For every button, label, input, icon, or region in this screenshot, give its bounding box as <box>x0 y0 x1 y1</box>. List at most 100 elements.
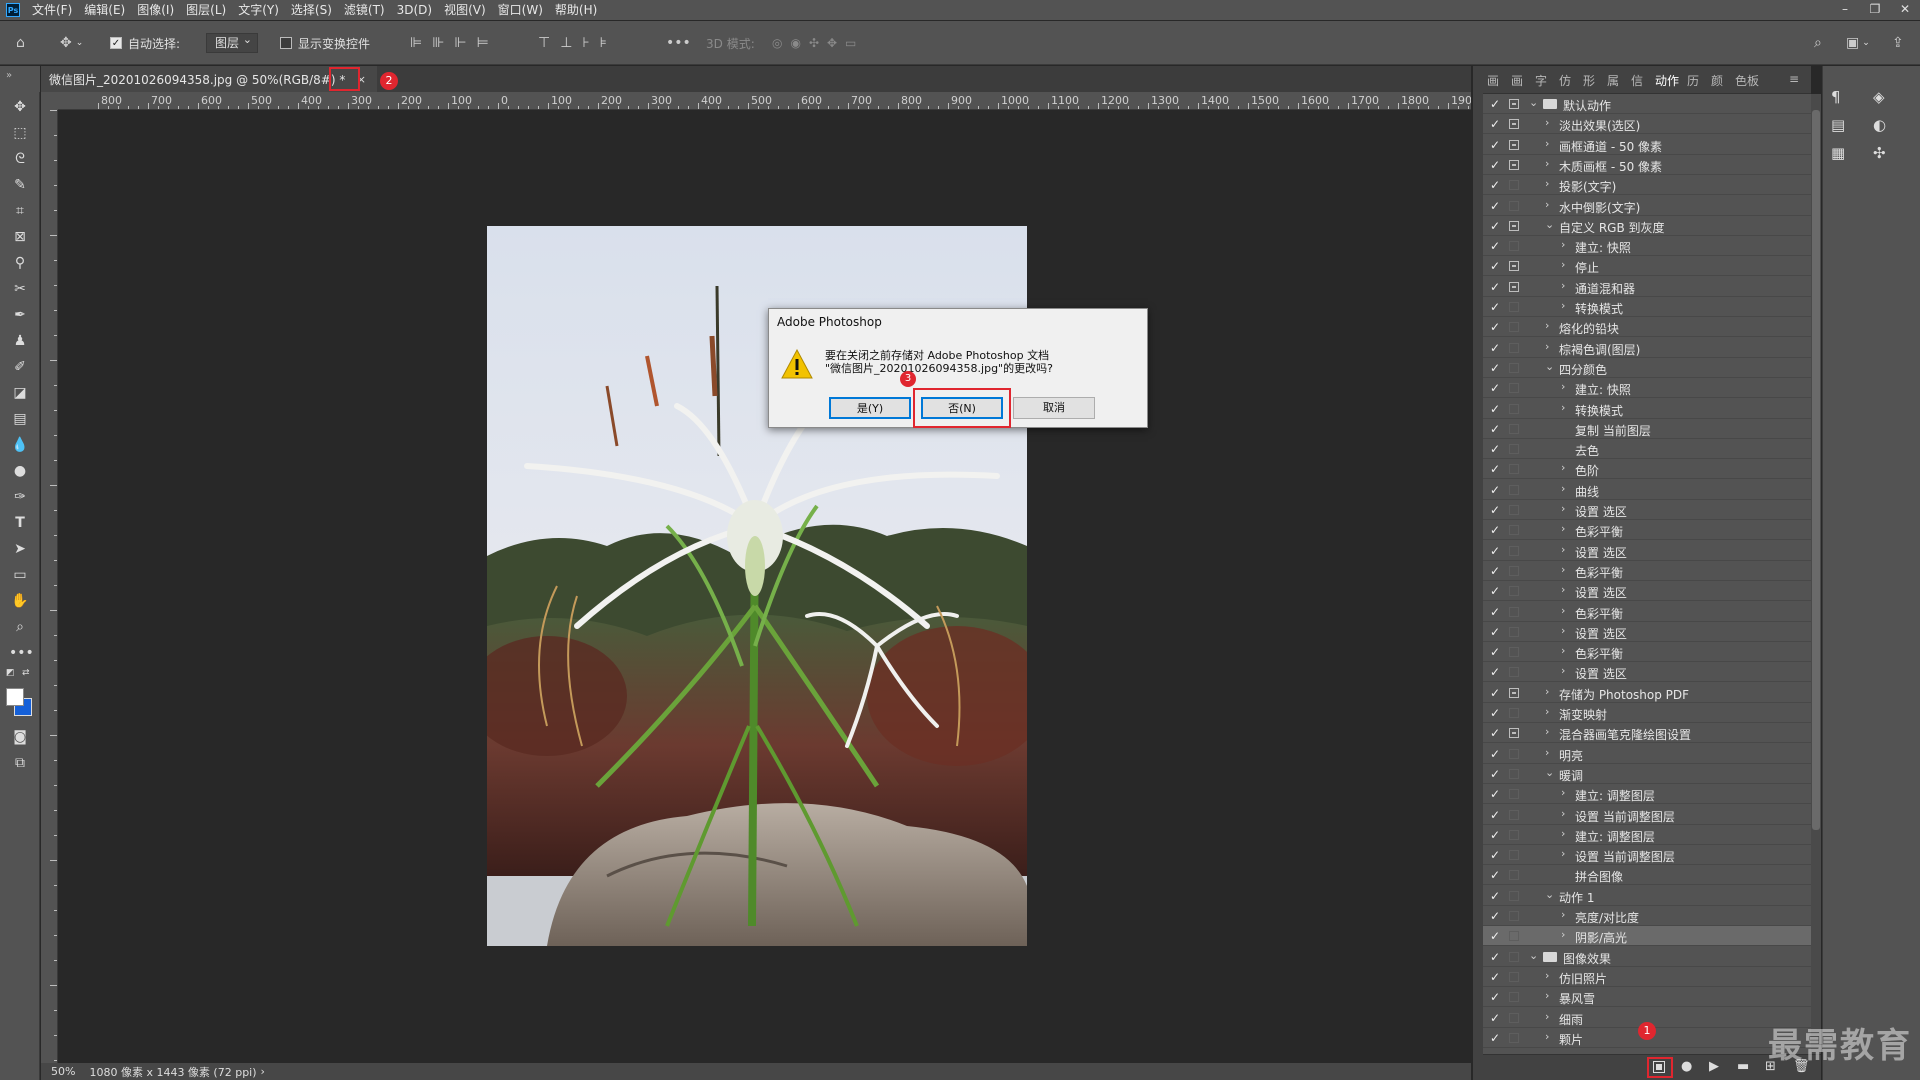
channels-panel-icon[interactable]: ◐ <box>1873 116 1886 134</box>
action-row[interactable]: ✓ › 设置 当前调整图层 <box>1483 805 1811 825</box>
action-row[interactable]: ✓ › 暴风雪 <box>1483 987 1811 1008</box>
dialog-toggle-icon[interactable] <box>1509 870 1519 881</box>
menu-item[interactable]: 编辑(E) <box>78 0 131 20</box>
collapsed-chevron-icon[interactable]: › <box>1561 279 1565 292</box>
panel-tab[interactable]: 属 <box>1607 72 1619 89</box>
frame-tool-icon[interactable]: ⊠ <box>9 226 31 248</box>
dialog-toggle-icon[interactable] <box>1509 809 1519 820</box>
action-row[interactable]: ✓ › 仿旧照片 <box>1483 967 1811 987</box>
collapsed-chevron-icon[interactable]: › <box>1545 969 1549 982</box>
toggle-check-icon[interactable]: ✓ <box>1490 158 1500 172</box>
healing-tool-icon[interactable]: ✂ <box>9 278 31 300</box>
dialog-toggle-icon[interactable] <box>1509 505 1519 515</box>
panel-tab[interactable]: 颜 <box>1711 72 1723 89</box>
dialog-toggle-icon[interactable] <box>1509 362 1519 373</box>
close-window-icon[interactable]: ✕ <box>1890 0 1920 20</box>
dialog-toggle-icon[interactable] <box>1509 139 1519 150</box>
toggle-check-icon[interactable]: ✓ <box>1490 422 1500 436</box>
action-row[interactable]: ✓ › 建立: 调整图层 <box>1483 784 1811 805</box>
action-row[interactable]: ✓ › 通道混和器 <box>1483 277 1811 297</box>
dialog-toggle-icon[interactable] <box>1509 850 1519 861</box>
status-arrow-icon[interactable]: › <box>261 1065 265 1078</box>
collapsed-chevron-icon[interactable]: › <box>1561 543 1565 556</box>
collapsed-chevron-icon[interactable]: › <box>1561 644 1565 657</box>
marquee-tool-icon[interactable]: ⬚ <box>9 122 31 144</box>
dialog-toggle-icon[interactable] <box>1509 423 1519 434</box>
collapsed-chevron-icon[interactable]: › <box>1561 928 1565 941</box>
toggle-check-icon[interactable]: ✓ <box>1490 138 1500 152</box>
collapsed-chevron-icon[interactable]: › <box>1545 705 1549 718</box>
dialog-toggle-icon[interactable] <box>1509 159 1519 170</box>
dialog-toggle-icon[interactable] <box>1509 951 1519 962</box>
quick-select-tool-icon[interactable]: ✎ <box>9 174 31 196</box>
toggle-check-icon[interactable]: ✓ <box>1490 97 1500 111</box>
action-row[interactable]: ✓ 去色 <box>1483 439 1811 460</box>
panel-tab[interactable]: 字 <box>1535 72 1547 89</box>
action-set-row[interactable]: ✓ ⌄ 默认动作 <box>1483 94 1811 114</box>
action-row[interactable]: ✓ › 明亮 <box>1483 744 1811 764</box>
3d-mode-icons[interactable]: ◎◉✣✥▭ <box>772 33 864 53</box>
dialog-toggle-icon[interactable] <box>1509 322 1519 333</box>
toggle-check-icon[interactable]: ✓ <box>1490 381 1500 395</box>
toggle-check-icon[interactable]: ✓ <box>1490 950 1500 964</box>
toggle-check-icon[interactable]: ✓ <box>1490 483 1500 497</box>
action-row[interactable]: ✓ › 画框通道 - 50 像素 <box>1483 135 1811 155</box>
toggle-check-icon[interactable]: ✓ <box>1490 706 1500 720</box>
menu-item[interactable]: 文件(F) <box>26 0 78 20</box>
collapsed-chevron-icon[interactable]: › <box>1561 583 1565 596</box>
toggle-check-icon[interactable]: ✓ <box>1490 726 1500 740</box>
auto-select-option[interactable]: ✓ 自动选择: <box>110 33 180 53</box>
collapsed-chevron-icon[interactable]: › <box>1561 563 1565 576</box>
foreground-color-swatch[interactable] <box>6 688 24 706</box>
dialog-toggle-icon[interactable] <box>1509 971 1519 982</box>
yes-button[interactable]: 是(Y) <box>829 397 911 419</box>
toggle-check-icon[interactable]: ✓ <box>1490 544 1500 558</box>
screen-mode-icon[interactable]: ⧉ <box>9 752 31 774</box>
paths-panel-icon[interactable]: ✣ <box>1873 144 1886 162</box>
auto-select-value[interactable]: 图层 <box>206 31 259 53</box>
auto-select-dropdown[interactable]: 图层 <box>206 31 259 53</box>
collapsed-chevron-icon[interactable]: › <box>1561 461 1565 474</box>
panel-tab[interactable]: 信 <box>1631 72 1643 89</box>
align-buttons[interactable]: ⊫⊪⊩⊨ <box>410 33 499 53</box>
default-colors-icon[interactable]: ◩ <box>6 668 18 678</box>
expanded-chevron-icon[interactable]: ⌄ <box>1545 360 1554 373</box>
layers-panel-icon[interactable]: ◈ <box>1873 88 1885 106</box>
dialog-toggle-icon[interactable] <box>1509 261 1519 272</box>
dialog-toggle-icon[interactable] <box>1509 829 1519 840</box>
action-row[interactable]: ✓ ⌄ 四分颜色 <box>1483 358 1811 378</box>
dialog-toggle-icon[interactable] <box>1509 626 1519 637</box>
dialog-toggle-icon[interactable] <box>1509 708 1519 718</box>
toggle-check-icon[interactable]: ✓ <box>1490 929 1500 943</box>
menu-item[interactable]: 滤镜(T) <box>338 0 391 20</box>
dialog-toggle-icon[interactable] <box>1509 667 1519 678</box>
collapsed-chevron-icon[interactable]: › <box>1561 258 1565 271</box>
action-row[interactable]: ✓ › 棕褐色调(图层) <box>1483 338 1811 358</box>
dialog-toggle-icon[interactable] <box>1509 464 1519 475</box>
collapsed-chevron-icon[interactable]: › <box>1545 685 1549 698</box>
toggle-check-icon[interactable]: ✓ <box>1490 564 1500 578</box>
dialog-toggle-icon[interactable] <box>1509 748 1519 759</box>
pen-tool-icon[interactable]: ✑ <box>9 486 31 508</box>
distribute-buttons[interactable]: ⊤⊥⊦⊧ <box>538 33 617 53</box>
panel-divider[interactable] <box>1473 66 1483 1080</box>
dialog-toggle-icon[interactable] <box>1509 342 1519 353</box>
toggle-check-icon[interactable]: ✓ <box>1490 1011 1500 1025</box>
stamp-tool-icon[interactable]: ♟ <box>9 330 31 352</box>
dialog-toggle-icon[interactable] <box>1509 484 1519 495</box>
dialog-toggle-icon[interactable] <box>1509 1032 1519 1043</box>
collapsed-chevron-icon[interactable]: › <box>1545 319 1549 332</box>
menu-item[interactable]: 图层(L) <box>180 0 232 20</box>
toggle-check-icon[interactable]: ✓ <box>1490 402 1500 416</box>
action-row[interactable]: ✓ › 木质画框 - 50 像素 <box>1483 155 1811 175</box>
edit-toolbar-icon[interactable]: ••• <box>9 642 34 664</box>
dialog-toggle-icon[interactable] <box>1509 119 1519 130</box>
home-icon[interactable]: ⌂ <box>16 33 25 53</box>
toggle-check-icon[interactable]: ✓ <box>1490 239 1500 253</box>
action-row[interactable]: ✓ › 设置 选区 <box>1483 622 1811 642</box>
expanded-chevron-icon[interactable]: ⌄ <box>1545 218 1554 231</box>
document-info[interactable]: 1080 像素 x 1443 像素 (72 ppi) <box>89 1064 256 1080</box>
collapsed-chevron-icon[interactable]: › <box>1545 1030 1549 1043</box>
collapsed-chevron-icon[interactable]: › <box>1561 380 1565 393</box>
new-set-folder-icon[interactable]: ▬ <box>1737 1059 1749 1074</box>
